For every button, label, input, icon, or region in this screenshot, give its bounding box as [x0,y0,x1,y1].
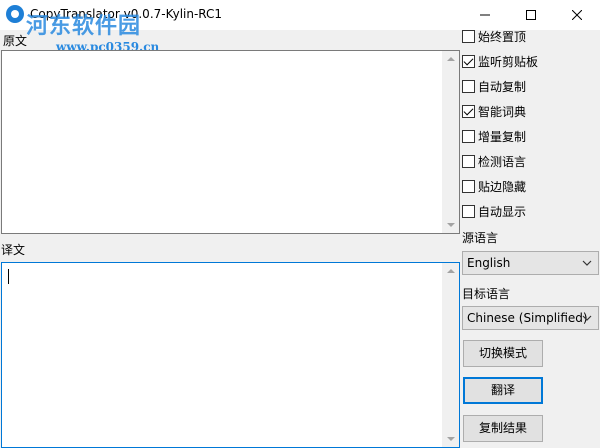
option-label: 自动复制 [478,79,527,94]
output-label: 译文 [1,243,26,257]
checkbox-icon[interactable] [462,154,475,168]
option-label: 自动显示 [478,204,527,219]
checkbox-icon[interactable] [462,129,475,143]
app-icon [6,5,24,23]
option-smart-dict[interactable]: 智能词典 [462,101,526,121]
target-language-select[interactable]: Chinese (Simplified) [462,306,599,330]
output-textarea[interactable] [1,262,460,448]
text-caret [8,269,9,284]
source-textarea[interactable] [1,50,460,234]
watermark-logo: 河东软件园 [26,13,142,39]
option-label: 监听剪贴板 [478,54,539,69]
checkbox-icon[interactable] [462,204,475,218]
close-button[interactable] [554,0,600,30]
source-label: 原文 [3,34,28,48]
option-edge-hide[interactable]: 贴边隐藏 [462,176,526,196]
option-label: 智能词典 [478,104,527,119]
option-listen-clipboard[interactable]: 监听剪贴板 [462,51,538,71]
option-always-on-top[interactable]: 始终置顶 [462,26,526,46]
option-label: 贴边隐藏 [478,179,527,194]
chevron-down-icon [582,315,592,321]
option-auto-show[interactable]: 自动显示 [462,201,526,221]
translate-button[interactable]: 翻译 [463,377,543,404]
checkbox-icon[interactable] [462,29,475,43]
switch-mode-button[interactable]: 切换模式 [463,340,543,367]
checkbox-icon[interactable] [462,79,475,93]
output-scrollbar[interactable] [442,263,459,447]
maximize-icon [526,10,536,20]
scroll-up-icon[interactable] [447,57,455,61]
close-icon [572,10,582,20]
source-language-value: English [467,256,511,270]
checkbox-icon[interactable] [462,104,475,118]
option-detect-language[interactable]: 检测语言 [462,151,526,171]
scroll-down-icon[interactable] [447,223,455,227]
minimize-icon [480,14,490,16]
option-label: 始终置顶 [478,29,527,44]
target-language-label: 目标语言 [462,287,511,301]
source-scrollbar[interactable] [442,51,459,233]
option-incremental-copy[interactable]: 增量复制 [462,126,526,146]
option-label: 检测语言 [478,154,527,169]
source-language-label: 源语言 [462,231,499,245]
scroll-up-icon[interactable] [447,269,455,273]
chevron-down-icon [582,260,592,266]
checkbox-icon[interactable] [462,54,475,68]
checkbox-icon[interactable] [462,179,475,193]
scroll-down-icon[interactable] [447,437,455,441]
source-language-select[interactable]: English [462,251,599,275]
option-label: 增量复制 [478,129,527,144]
target-language-value: Chinese (Simplified) [467,311,588,325]
copy-result-button[interactable]: 复制结果 [463,415,543,442]
option-auto-copy[interactable]: 自动复制 [462,76,526,96]
